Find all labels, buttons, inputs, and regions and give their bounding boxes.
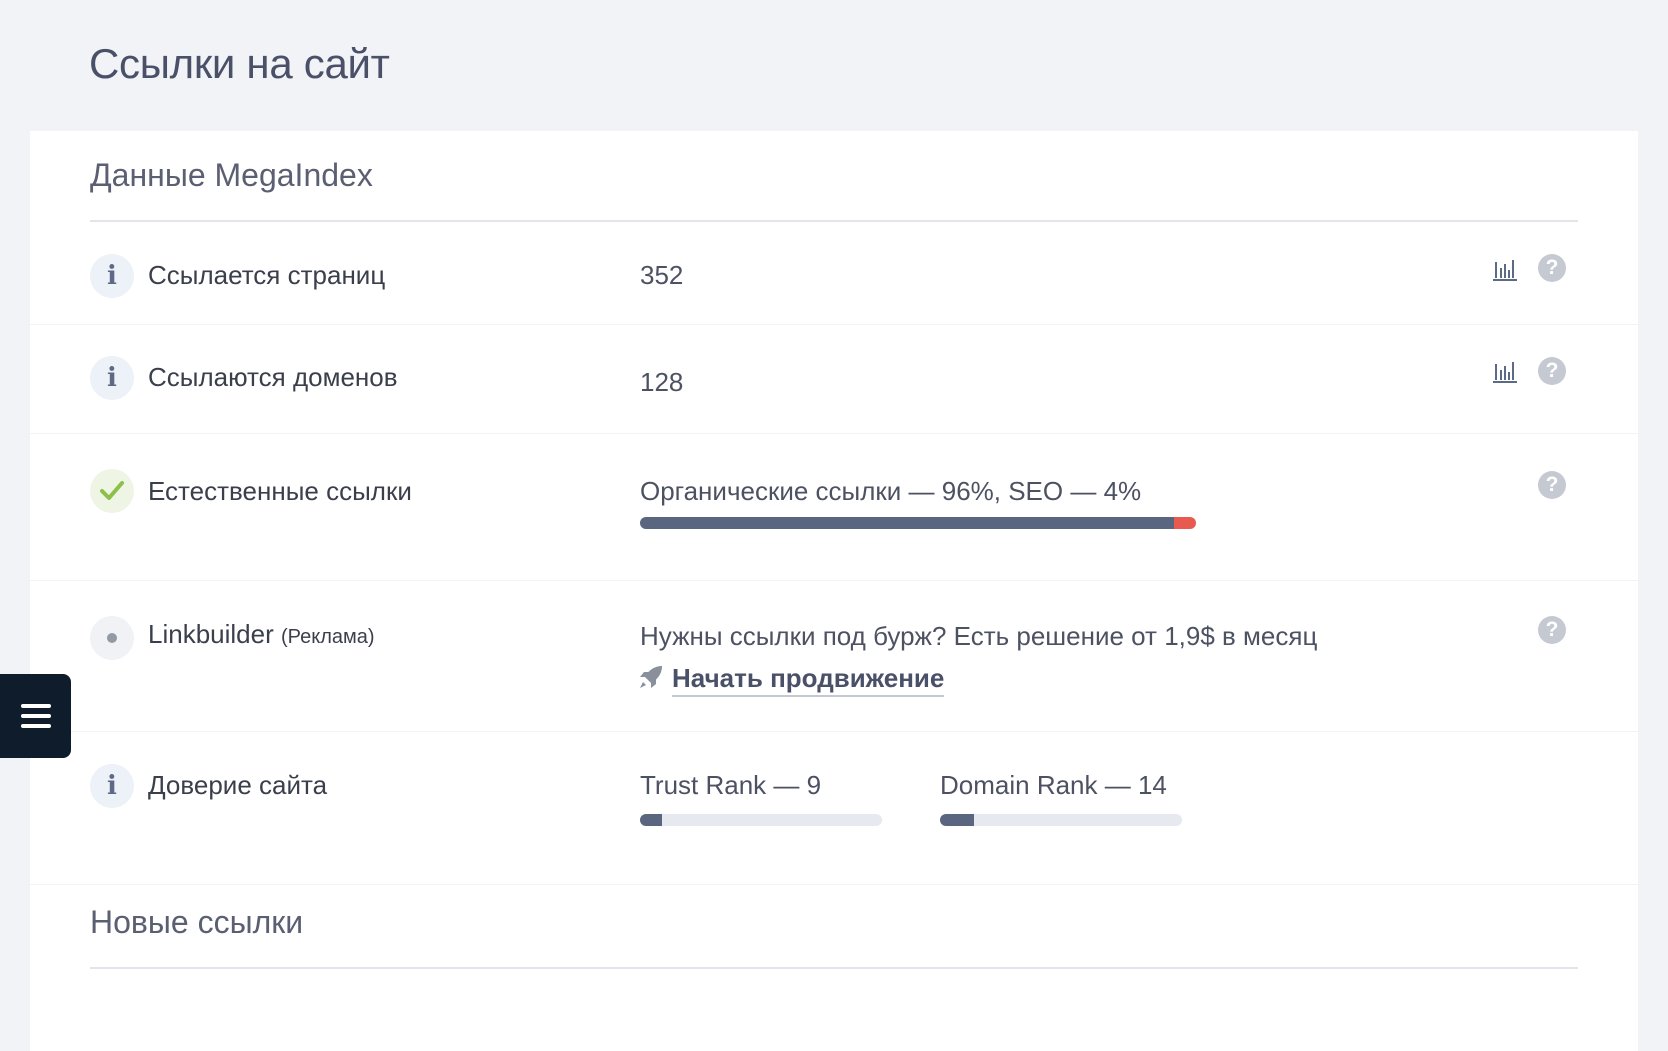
organic-fill [640,517,1174,529]
organic-summary: Органические ссылки — 96%, SEO — 4% [640,476,1142,506]
row-linking-domains: i Ссылаются доменов 128 ? [30,325,1638,434]
row-natural-links: Естественные ссылки Органические ссылки … [30,434,1638,581]
help-icon[interactable]: ? [1538,616,1566,644]
domain-rank-label: Domain Rank — 14 [940,770,1167,800]
help-icon[interactable]: ? [1538,254,1566,282]
linkbuilder-label: Linkbuilder [148,619,274,649]
row-value: 352 [640,260,684,290]
section-title-new-links: Новые ссылки [90,904,304,940]
row-value: 128 [640,367,684,397]
help-icon[interactable]: ? [1538,357,1566,385]
section-divider [90,967,1578,969]
page-title: Ссылки на сайт [89,40,390,87]
row-site-trust: i Доверие сайта Trust Rank — 9 Domain Ra… [30,732,1638,885]
chart-icon[interactable] [1492,358,1518,384]
menu-button[interactable] [0,674,71,758]
row-linking-pages: i Ссылается страниц 352 ? [30,222,1638,325]
trust-rank-fill [640,814,662,826]
row-label: Linkbuilder (Реклама) [148,619,375,650]
trust-rank-label: Trust Rank — 9 [640,770,822,800]
menu-icon [20,704,51,708]
help-icon[interactable]: ? [1538,471,1566,499]
info-icon[interactable]: i [90,764,134,808]
chart-icon[interactable] [1492,256,1518,282]
check-icon [90,469,134,513]
section-title-megaindex: Данные MegaIndex [90,157,373,193]
organic-seo-bar [640,517,1196,529]
domain-rank-fill [940,814,974,826]
trust-rank-bar [640,814,882,826]
info-icon[interactable]: i [90,254,134,298]
seo-fill [1173,517,1196,529]
domain-rank-bar [940,814,1182,826]
row-linkbuilder: Linkbuilder (Реклама) Нужны ссылки под б… [30,581,1638,732]
linkbuilder-text: Нужны ссылки под бурж? Есть решение от 1… [640,621,1318,651]
rocket-icon [640,666,662,688]
dot-icon [90,616,134,660]
start-promotion-link[interactable]: Начать продвижение [672,663,945,697]
row-label: Ссылается страниц [148,260,386,290]
megaindex-card: Данные MegaIndex i Ссылается страниц 352… [30,131,1638,1051]
row-label: Естественные ссылки [148,476,412,506]
row-label: Доверие сайта [148,770,328,800]
info-icon[interactable]: i [90,356,134,400]
ad-note: (Реклама) [280,626,375,648]
row-label: Ссылаются доменов [148,362,398,392]
